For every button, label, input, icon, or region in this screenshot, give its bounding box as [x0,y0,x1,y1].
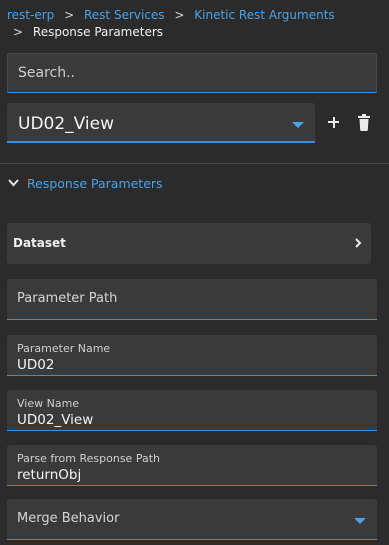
breadcrumb-current: Response Parameters [32,25,164,39]
dataset-label: Dataset [13,236,66,250]
caret-down-icon [292,122,304,128]
chevron-down-icon [8,179,19,187]
parse-from-response-path-value: returnObj [17,467,82,483]
response-parameters-panel: rest-erp > Rest Services > Kinetic Rest … [0,0,389,545]
view-select-value: UD02_View [18,114,115,134]
breadcrumb: rest-erp > Rest Services > Kinetic Rest … [7,7,387,40]
trash-icon [358,114,370,131]
parameter-path-placeholder: Parameter Path [17,291,118,306]
view-name-label: View Name [17,397,80,410]
breadcrumb-link-rest-services[interactable]: Rest Services [84,8,165,22]
breadcrumb-link-kinetic-rest-arguments[interactable]: Kinetic Rest Arguments [194,8,334,22]
merge-behavior-placeholder: Merge Behavior [17,511,120,526]
parameter-name-value: UD02 [17,357,55,373]
dataset-row[interactable]: Dataset [7,223,371,264]
view-name-value: UD02_View [17,412,94,428]
breadcrumb-separator: > [64,8,75,22]
parse-from-response-path-label: Parse from Response Path [17,452,160,465]
merge-behavior-select[interactable]: Merge Behavior [7,499,377,540]
parameter-name-field[interactable]: Parameter Name UD02 [7,335,377,376]
parameter-name-label: Parameter Name [17,342,111,355]
search-input[interactable] [8,54,376,92]
breadcrumb-separator: > [13,25,24,39]
view-name-field[interactable]: View Name UD02_View [7,390,377,431]
breadcrumb-link-rest-erp[interactable]: rest-erp [7,8,54,22]
parameter-path-field[interactable]: Parameter Path [7,279,377,320]
delete-button[interactable] [355,113,373,133]
add-button[interactable] [325,112,343,132]
search-box [7,53,377,93]
section-title: Response Parameters [27,176,163,191]
parse-from-response-path-field[interactable]: Parse from Response Path returnObj [7,445,377,486]
breadcrumb-separator: > [174,8,185,22]
view-select[interactable]: UD02_View [7,103,315,143]
divider [0,163,389,164]
caret-down-icon [354,518,366,524]
chevron-right-icon [355,238,362,248]
